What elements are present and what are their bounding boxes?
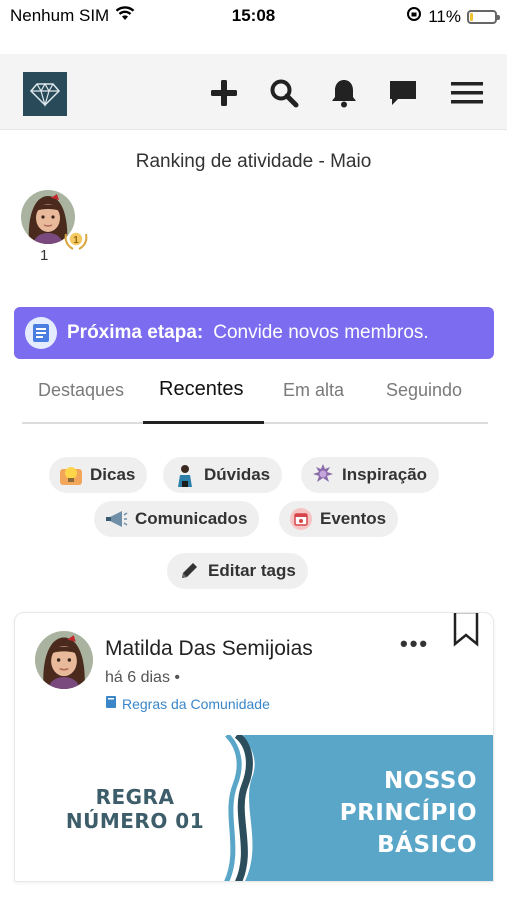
chip-label: Dúvidas [204,465,271,484]
image-left-text: REGRA NÚMERO 01 [45,785,225,833]
post-card[interactable]: Matilda Das Semijoias há 6 dias • Regras… [14,612,494,882]
more-options-icon[interactable]: ••• [400,631,429,657]
bookmark-icon[interactable] [452,613,480,652]
book-icon [105,695,117,712]
megaphone-icon [104,507,128,531]
banner-title: Próxima etapa: [67,322,204,343]
chip-inspiracao[interactable]: Inspiração [301,457,440,493]
post-timestamp: há 6 dias • [105,669,180,686]
carrier-label: Nenhum SIM [10,6,110,25]
chip-label: Dicas [90,465,136,484]
chip-label: Comunicados [135,509,248,528]
tab-recentes[interactable]: Recentes [159,378,244,401]
search-icon[interactable] [267,76,301,110]
edit-tags-button[interactable]: Editar tags [167,553,308,589]
chip-label: Editar tags [208,561,296,580]
status-right: 11% [406,6,500,27]
image-right-line-1: NOSSO [384,768,477,794]
post-tag-link[interactable]: Regras da Comunidade [105,695,270,712]
post-author-name[interactable]: Matilda Das Semijoias [105,637,313,661]
chip-comunicados[interactable]: Comunicados [94,501,260,537]
status-bar: Nenhum SIM 15:08 11% [0,0,507,32]
post-image[interactable]: REGRA NÚMERO 01 NOSSO PRINCÍPIO BÁSICO [15,735,493,881]
ranking-title: Ranking de atividade - Maio [135,151,372,172]
checklist-icon [25,317,57,349]
next-step-banner[interactable]: Próxima etapa: Convide novos membros. [14,307,494,359]
image-right-line-2: PRINCÍPIO [339,800,477,826]
chip-label: Inspiração [342,465,428,484]
chip-dicas[interactable]: Dicas [49,457,148,493]
chat-icon[interactable] [386,76,420,110]
post-author-avatar[interactable] [35,631,93,689]
app-header [0,54,507,130]
calendar-icon [289,507,313,531]
feed-tabs: Destaques Recentes Em alta Seguindo [22,372,488,424]
chip-eventos[interactable]: Eventos [279,501,399,537]
banner-text: Convide novos membros. [213,322,429,343]
status-left: Nenhum SIM [10,6,135,26]
tab-destaques[interactable]: Destaques [38,380,124,401]
diamond-logo-icon[interactable] [23,72,67,116]
medal-number: 1 [73,235,79,246]
person-question-icon [173,463,197,487]
ranking-position: 1 [40,247,49,264]
statue-icon [311,463,335,487]
battery-fill [470,12,473,21]
image-left-line-1: REGRA [95,785,175,809]
chip-label: Eventos [320,509,387,528]
battery-percent: 11% [428,6,461,26]
lightbulb-icon [59,463,83,487]
image-right-text: NOSSO PRINCÍPIO BÁSICO [340,765,477,861]
chip-duvidas[interactable]: Dúvidas [163,457,283,493]
image-right-line-3: BÁSICO [377,832,477,858]
medal-icon: 1 [63,228,89,252]
wifi-icon [115,6,135,26]
battery-icon [467,9,500,24]
bell-icon[interactable] [327,76,361,110]
rotation-lock-icon [406,6,422,27]
post-tag-label: Regras da Comunidade [122,695,270,712]
tab-seguindo[interactable]: Seguindo [386,380,462,401]
pencil-icon [177,559,201,583]
active-tab-indicator [143,421,264,424]
image-left-line-2: NÚMERO 01 [65,809,205,833]
tab-em-alta[interactable]: Em alta [283,380,344,401]
menu-icon[interactable] [450,76,484,110]
plus-icon[interactable] [207,76,241,110]
